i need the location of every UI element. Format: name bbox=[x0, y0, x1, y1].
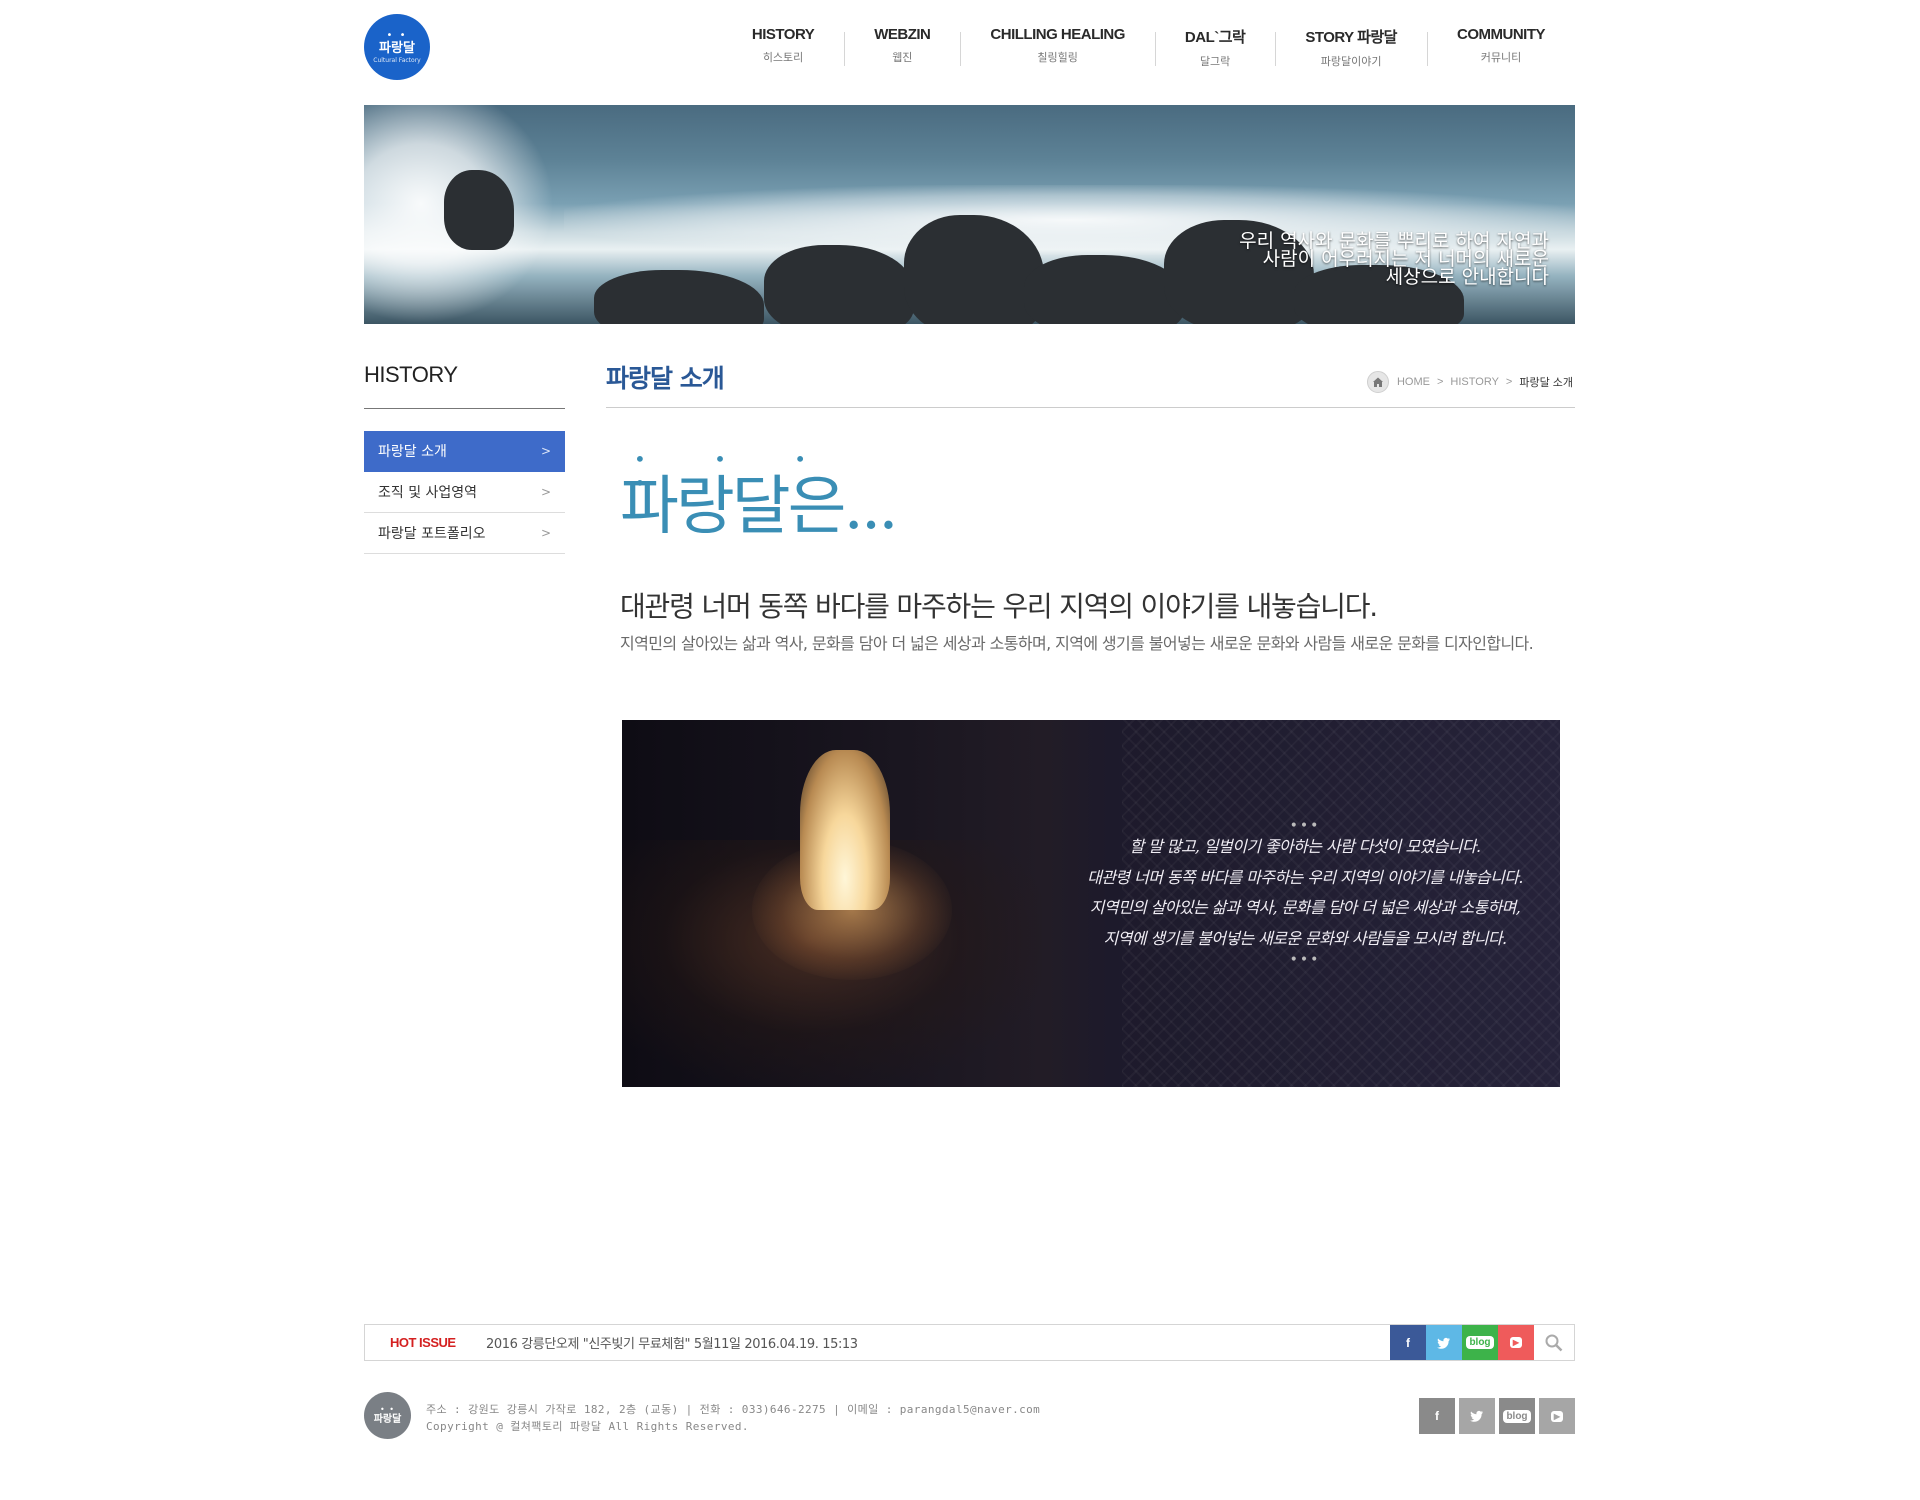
side-nav-item-organization[interactable]: 조직 및 사업영역 > bbox=[364, 472, 565, 513]
gnb-label-ko: 칠링힐링 bbox=[1037, 51, 1078, 64]
visual-copy: 우리 역사와 문화를 뿌리로 하여 자연과 사람이 어우러지는 저 너머의 새로… bbox=[1239, 232, 1549, 288]
sea-rock bbox=[594, 270, 764, 324]
breadcrumb-current: 파랑달 소개 bbox=[1519, 377, 1573, 389]
gnb-item-dalgeurak[interactable]: DAL`그락 달그락 bbox=[1154, 26, 1275, 68]
home-icon[interactable] bbox=[1366, 371, 1389, 393]
side-nav-item-label: 파랑달 소개 bbox=[378, 444, 447, 460]
breadcrumb-section[interactable]: HISTORY bbox=[1450, 376, 1499, 388]
footer-logo-name: 파랑달 bbox=[373, 1413, 402, 1425]
main-content: 파랑달 소개 HOME > HISTORY > 파랑달 소개 • • • • 파… bbox=[606, 355, 1575, 1087]
sns-links: f blog ▶ bbox=[1390, 1325, 1534, 1360]
gnb-label-ko: 웹진 bbox=[892, 51, 913, 64]
breadcrumb-home[interactable]: HOME bbox=[1397, 376, 1430, 388]
blog-icon-label: blog bbox=[1466, 1336, 1494, 1349]
footer-copyright: Copyright @ 컬쳐팩토리 파랑달 All Rights Reserve… bbox=[426, 1420, 749, 1433]
gnb-item-story[interactable]: STORY 파랑달 파랑달이야기 bbox=[1275, 26, 1427, 68]
side-nav: HISTORY 파랑달 소개 > 조직 및 사업영역 > 파랑달 포트폴리오 > bbox=[364, 362, 565, 554]
hot-issue-label: HOT ISSUE bbox=[390, 1335, 456, 1350]
site-logo[interactable]: • • 파랑달 Cultural Factory bbox=[364, 14, 430, 80]
breadcrumb: HOME > HISTORY > 파랑달 소개 bbox=[1366, 371, 1573, 393]
header: • • 파랑달 Cultural Factory HISTORY 히스토리 WE… bbox=[364, 0, 1575, 105]
gnb-label-en: STORY 파랑달 bbox=[1305, 29, 1397, 46]
blog-icon[interactable]: blog bbox=[1499, 1398, 1535, 1434]
youtube-icon-glyph: ▶ bbox=[1550, 1410, 1564, 1422]
photo-quote: ••• 할 말 많고, 일벌이기 좋아하는 사람 다섯이 모였습니다. 대관령 … bbox=[1070, 818, 1540, 968]
side-nav-item-label: 파랑달 포트폴리오 bbox=[378, 526, 486, 542]
hot-issue-bar: HOT ISSUE 2016 강릉단오제 "신주빚기 무료체험" 5월11일 2… bbox=[364, 1324, 1575, 1361]
gnb-item-webzin[interactable]: WEBZIN 웹진 bbox=[844, 26, 960, 68]
global-nav: HISTORY 히스토리 WEBZIN 웹진 CHILLING HEALING … bbox=[722, 26, 1575, 68]
gnb-label-en: COMMUNITY bbox=[1457, 26, 1546, 43]
side-nav-title: HISTORY bbox=[364, 362, 565, 409]
youtube-icon[interactable]: ▶ bbox=[1498, 1325, 1534, 1360]
search-icon[interactable] bbox=[1534, 1325, 1574, 1360]
chevron-right-icon: > bbox=[1505, 376, 1513, 388]
gnb-label-en: DAL`그락 bbox=[1184, 29, 1246, 46]
gnb-item-community[interactable]: COMMUNITY 커뮤니티 bbox=[1427, 26, 1575, 68]
quote-line: 할 말 많고, 일벌이기 좋아하는 사람 다섯이 모였습니다. bbox=[1129, 837, 1481, 856]
sea-rock bbox=[1024, 255, 1184, 324]
twitter-icon[interactable] bbox=[1459, 1398, 1495, 1434]
intro-title: • • • • 파랑달은... bbox=[620, 447, 899, 547]
side-nav-item-intro[interactable]: 파랑달 소개 > bbox=[364, 431, 565, 472]
hot-issue-text[interactable]: 2016 강릉단오제 "신주빚기 무료체험" 5월11일 2016.04.19.… bbox=[486, 1333, 1390, 1352]
visual-copy-line: 세상으로 안내합니다 bbox=[1385, 266, 1549, 288]
sky-lantern bbox=[800, 750, 890, 910]
gnb-label-en: WEBZIN bbox=[874, 26, 931, 43]
gnb-item-chilling-healing[interactable]: CHILLING HEALING 칠링힐링 bbox=[960, 26, 1155, 68]
chevron-right-icon: > bbox=[540, 526, 551, 540]
gnb-label-ko: 히스토리 bbox=[762, 51, 804, 64]
footer: • • 파랑달 주소 : 강원도 강릉시 가작로 182, 2층 (교동) | … bbox=[364, 1392, 1575, 1442]
footer-sns-links: f blog ▶ bbox=[1419, 1398, 1575, 1434]
gnb-label-en: HISTORY bbox=[751, 26, 815, 43]
side-nav-item-label: 조직 및 사업영역 bbox=[378, 485, 478, 501]
gnb-label-ko: 커뮤니티 bbox=[1480, 51, 1522, 64]
facebook-icon[interactable]: f bbox=[1390, 1325, 1426, 1360]
quote-dots: ••• bbox=[1289, 952, 1321, 968]
logo-dots-icon: • • bbox=[380, 1404, 395, 1414]
blog-icon-label: blog bbox=[1503, 1409, 1531, 1423]
sea-rock bbox=[444, 170, 514, 250]
decorative-dots: • • • • bbox=[634, 447, 838, 495]
content-header: 파랑달 소개 HOME > HISTORY > 파랑달 소개 bbox=[606, 355, 1575, 408]
side-nav-list: 파랑달 소개 > 조직 및 사업영역 > 파랑달 포트폴리오 > bbox=[364, 431, 565, 554]
quote-line: 대관령 너머 동쪽 바다를 마주하는 우리 지역의 이야기를 내놓습니다. bbox=[1087, 867, 1523, 887]
footer-address: 주소 : 강원도 강릉시 가작로 182, 2층 (교동) | 전화 : 033… bbox=[426, 1403, 1041, 1416]
youtube-icon[interactable]: ▶ bbox=[1539, 1398, 1575, 1434]
twitter-icon[interactable] bbox=[1426, 1325, 1462, 1360]
logo-sub: Cultural Factory bbox=[373, 56, 421, 64]
gnb-item-history[interactable]: HISTORY 히스토리 bbox=[722, 26, 844, 68]
chevron-right-icon: > bbox=[1436, 376, 1444, 388]
gnb-label-en: CHILLING HEALING bbox=[990, 26, 1125, 43]
side-nav-item-portfolio[interactable]: 파랑달 포트폴리오 > bbox=[364, 513, 565, 554]
gnb-label-ko: 달그락 bbox=[1199, 55, 1231, 68]
gnb-label-ko: 파랑달이야기 bbox=[1320, 55, 1382, 68]
main-visual-banner: 우리 역사와 문화를 뿌리로 하여 자연과 사람이 어우러지는 저 너머의 새로… bbox=[364, 105, 1575, 324]
intro-lead: 대관령 너머 동쪽 바다를 마주하는 우리 지역의 이야기를 내놓습니다. bbox=[620, 590, 1378, 623]
blog-icon[interactable]: blog bbox=[1462, 1325, 1498, 1360]
chevron-right-icon: > bbox=[540, 444, 551, 458]
logo-name: 파랑달 bbox=[379, 40, 415, 56]
quote-line: 지역민의 살아있는 삶과 역사, 문화를 담아 더 넓은 세상과 소통하며, bbox=[1089, 898, 1521, 917]
facebook-icon[interactable]: f bbox=[1419, 1398, 1455, 1434]
sea-rock bbox=[764, 245, 914, 324]
youtube-icon-glyph: ▶ bbox=[1509, 1337, 1523, 1348]
chevron-right-icon: > bbox=[540, 485, 551, 499]
logo-dots-icon: • • bbox=[386, 29, 408, 41]
page-title: 파랑달 소개 bbox=[606, 364, 725, 393]
intro-body: 지역민의 살아있는 삶과 역사, 문화를 담아 더 넓은 세상과 소통하며, 지… bbox=[620, 634, 1534, 653]
footer-logo: • • 파랑달 bbox=[364, 1392, 411, 1439]
lantern-photo: ••• 할 말 많고, 일벌이기 좋아하는 사람 다섯이 모였습니다. 대관령 … bbox=[622, 720, 1560, 1087]
quote-line: 지역에 생기를 불어넣는 새로운 문화와 사람들을 모시려 합니다. bbox=[1103, 928, 1507, 948]
footer-info: 주소 : 강원도 강릉시 가작로 182, 2층 (교동) | 전화 : 033… bbox=[426, 1401, 1040, 1435]
quote-dots: ••• bbox=[1289, 818, 1321, 834]
sea-rock bbox=[904, 215, 1044, 324]
